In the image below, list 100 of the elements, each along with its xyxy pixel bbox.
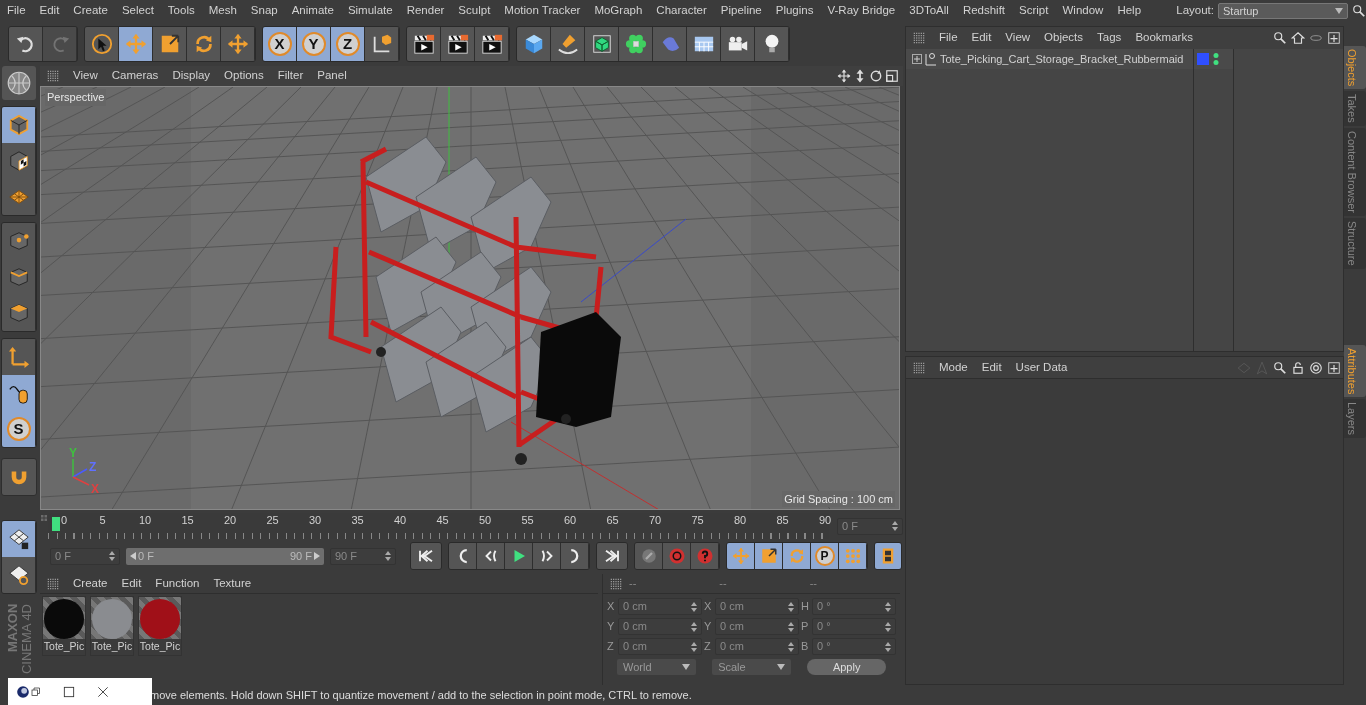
caret-icon[interactable] (130, 552, 136, 560)
tool-button[interactable] (119, 27, 153, 61)
tool-button[interactable] (551, 27, 585, 61)
viewport[interactable]: Perspective Grid Spacing : 100 cm Y Z X (40, 86, 900, 510)
menu-item[interactable]: Tools (160, 2, 202, 20)
spinner-arrows-icon[interactable] (788, 640, 794, 653)
menu-item[interactable]: Render (399, 2, 452, 20)
menu-item[interactable]: Create (66, 2, 115, 20)
tool-button[interactable] (153, 27, 187, 61)
spinner-arrows-icon[interactable] (885, 640, 891, 653)
menu-item[interactable]: Character (649, 2, 714, 20)
next-key-button[interactable] (561, 543, 589, 569)
material-menu-item[interactable]: Texture (206, 574, 259, 593)
menu-item[interactable]: 3DToAll (902, 2, 956, 20)
tool-button[interactable] (2, 375, 36, 411)
menu-item[interactable]: Motion Tracker (497, 2, 588, 20)
menu-item[interactable]: Mesh (201, 2, 244, 20)
record-button[interactable] (663, 543, 691, 569)
keyframe-mode-button[interactable] (727, 543, 755, 569)
keyframe-mode-button[interactable] (839, 543, 867, 569)
side-tab[interactable]: Attributes (1344, 344, 1366, 398)
menu-item[interactable]: Script (1012, 2, 1056, 20)
spinner-arrows-icon[interactable] (691, 640, 697, 653)
tool-button[interactable]: S (2, 411, 36, 447)
caret-icon[interactable] (314, 552, 320, 560)
tool-button[interactable] (9, 27, 43, 61)
tool-button[interactable] (585, 27, 619, 61)
side-tab[interactable]: Content Browser (1344, 128, 1366, 216)
tool-button[interactable] (187, 27, 221, 61)
menu-item[interactable]: Animate (284, 2, 341, 20)
side-tab[interactable]: Layers (1344, 399, 1366, 439)
menu-item[interactable]: Help (1110, 2, 1149, 20)
viewport-menu-item[interactable]: Filter (270, 67, 311, 85)
viewport-menu-item[interactable]: Cameras (104, 67, 166, 85)
viewport-menu-item[interactable]: Panel (310, 67, 354, 85)
object-row[interactable]: Tote_Picking_Cart_Storage_Bracket_Rubbermaid (906, 49, 1193, 69)
attributes-menu-item[interactable]: Edit (974, 358, 1009, 377)
tool-button[interactable]: Y (297, 27, 331, 61)
menu-item[interactable]: Snap (243, 2, 285, 20)
tool-button[interactable] (1, 458, 37, 496)
tool-button[interactable] (2, 295, 36, 331)
object-menu-item[interactable]: View (998, 29, 1038, 47)
material-menu-item[interactable]: Function (148, 574, 207, 593)
expand-toggle-icon[interactable] (912, 54, 922, 64)
menu-item[interactable]: Plugins (768, 2, 821, 20)
tool-button[interactable] (687, 27, 721, 61)
step-forward-button[interactable] (533, 543, 561, 569)
menu-item[interactable]: Redshift (955, 2, 1013, 20)
tool-button[interactable]: Z (331, 27, 365, 61)
spinner-arrows-icon[interactable] (892, 520, 898, 532)
viewport-menu-item[interactable]: Options (217, 67, 271, 85)
question-button[interactable] (691, 543, 719, 569)
side-tab[interactable]: Takes (1344, 91, 1366, 127)
tool-button[interactable] (365, 27, 399, 61)
spinner-arrows-icon[interactable] (885, 620, 891, 633)
menu-item[interactable]: Sculpt (451, 2, 498, 20)
last-frame-button[interactable] (597, 543, 627, 569)
material-menu-item[interactable]: Edit (114, 574, 149, 593)
tool-button[interactable] (619, 27, 653, 61)
menu-item[interactable]: V-Ray Bridge (820, 2, 903, 20)
attributes-menu-item[interactable]: Mode (932, 358, 975, 377)
viewport-menu-item[interactable]: View (66, 67, 105, 85)
keyframe-mode-button[interactable] (755, 543, 783, 569)
object-menu-item[interactable]: File (932, 29, 965, 47)
tool-button[interactable] (85, 27, 119, 61)
layer-color-swatch[interactable] (1197, 53, 1209, 65)
keyframe-mode-button[interactable]: P (811, 543, 839, 569)
spinner-arrows-icon[interactable] (691, 600, 697, 613)
tool-button[interactable] (2, 557, 36, 593)
menu-item[interactable]: Select (114, 2, 161, 20)
side-tab[interactable]: Objects (1344, 46, 1366, 90)
spinner-arrows-icon[interactable] (788, 620, 794, 633)
tool-button[interactable] (2, 521, 36, 557)
tool-button[interactable] (721, 27, 755, 61)
menu-item[interactable]: Window (1055, 2, 1111, 20)
previous-key-button[interactable] (449, 543, 477, 569)
spinner-arrows-icon[interactable] (109, 550, 115, 562)
visibility-dots-icon[interactable] (1213, 52, 1219, 66)
step-back-button[interactable] (477, 543, 505, 569)
play-button[interactable] (505, 543, 533, 569)
spinner-arrows-icon[interactable] (885, 600, 891, 613)
object-menu-item[interactable]: Tags (1090, 29, 1129, 47)
first-frame-button[interactable] (411, 543, 441, 569)
attributes-menu-item[interactable]: User Data (1008, 358, 1075, 377)
tool-button[interactable]: X (263, 27, 297, 61)
tool-button[interactable] (475, 27, 509, 61)
menu-item[interactable]: File (0, 2, 33, 20)
menu-item[interactable]: Edit (32, 2, 67, 20)
tool-button[interactable] (2, 143, 36, 179)
menu-item[interactable]: Simulate (340, 2, 400, 20)
tool-button[interactable] (2, 339, 36, 375)
spinner-arrows-icon[interactable] (691, 620, 697, 633)
tool-button[interactable] (517, 27, 551, 61)
side-tab[interactable]: Structure (1344, 218, 1366, 269)
tool-button[interactable] (221, 27, 255, 61)
timeline-ruler[interactable]: 0 5 10 15 20 25 30 35 40 45 50 55 60 65 70 75 80 85 90 (48, 513, 829, 539)
tool-button[interactable] (755, 27, 789, 61)
object-menu-item[interactable]: Objects (1037, 29, 1091, 47)
tool-button[interactable] (407, 27, 441, 61)
spinner-arrows-icon[interactable] (385, 550, 391, 562)
